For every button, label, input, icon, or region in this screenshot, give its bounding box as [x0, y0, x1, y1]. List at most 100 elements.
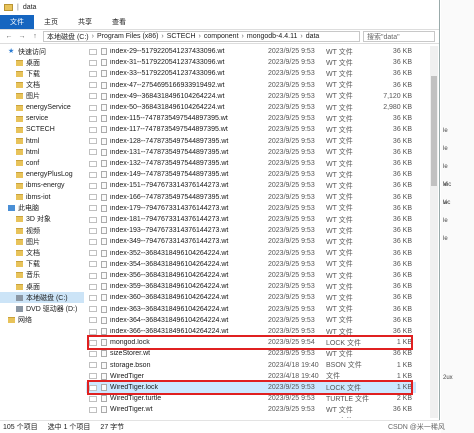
row-checkbox[interactable]	[89, 171, 97, 178]
row-checkbox[interactable]	[89, 328, 97, 335]
file-row[interactable]: index-117--7478735497544897395.wt 2023/9/…	[86, 124, 416, 135]
scrollbar-thumb[interactable]	[431, 76, 437, 186]
file-row[interactable]: index-49--3684318496104264224.wt 2023/9/2…	[86, 91, 416, 102]
search-input[interactable]: 搜索"data"	[363, 31, 435, 42]
crumb[interactable]: data	[306, 33, 320, 40]
file-row[interactable]: index-33--5179220541237433096.wt 2023/9/2…	[86, 68, 416, 79]
row-checkbox[interactable]	[89, 373, 97, 380]
sidebar-item[interactable]: conf	[0, 158, 84, 169]
file-row[interactable]: WiredTiger.wt 2023/9/25 9:53 WT 文件 36 KB	[86, 404, 416, 415]
row-checkbox[interactable]	[89, 194, 97, 201]
sidebar-item[interactable]: 此电脑	[0, 203, 84, 214]
file-row[interactable]: index-149--7478735497544897395.wt 2023/9/…	[86, 169, 416, 180]
file-row[interactable]: storage.bson 2023/4/18 19:40 BSON 文件 1 KB	[86, 360, 416, 371]
row-checkbox[interactable]	[89, 406, 97, 413]
sidebar-item[interactable]: ibms-energy	[0, 180, 84, 191]
file-row[interactable]: index-181--7947673314376144273.wt 2023/9/…	[86, 214, 416, 225]
row-checkbox[interactable]	[89, 59, 97, 66]
row-checkbox[interactable]	[89, 227, 97, 234]
row-checkbox[interactable]	[89, 182, 97, 189]
file-row[interactable]: index-115--7478735497544897395.wt 2023/9/…	[86, 113, 416, 124]
sidebar-item[interactable]: 下载	[0, 259, 84, 270]
file-row[interactable]: index-354--3684318496104264224.wt 2023/9/…	[86, 259, 416, 270]
row-checkbox[interactable]	[89, 317, 97, 324]
sidebar-item[interactable]: 3D 对象	[0, 214, 84, 225]
row-checkbox[interactable]	[89, 395, 97, 402]
row-checkbox[interactable]	[89, 283, 97, 290]
sidebar-item[interactable]: 视频	[0, 225, 84, 236]
tab-home[interactable]: 主页	[34, 15, 68, 29]
tab-share[interactable]: 共享	[68, 15, 102, 29]
row-checkbox[interactable]	[89, 70, 97, 77]
row-checkbox[interactable]	[89, 149, 97, 156]
file-row[interactable]: index-349--7947673314376144273.wt 2023/9/…	[86, 236, 416, 247]
file-row[interactable]: index-128--7478735497544897395.wt 2023/9/…	[86, 136, 416, 147]
file-row[interactable]: index-193--7947673314376144273.wt 2023/9/…	[86, 225, 416, 236]
sidebar-item[interactable]: 音乐	[0, 270, 84, 281]
sidebar-item[interactable]: 文档	[0, 247, 84, 258]
file-row[interactable]: index-356--3684318496104264224.wt 2023/9/…	[86, 270, 416, 281]
row-checkbox[interactable]	[89, 216, 97, 223]
file-row[interactable]: index-47--2754695166933919492.wt 2023/9/2…	[86, 80, 416, 91]
crumb[interactable]: mongodb-4.4.11	[247, 33, 297, 40]
file-row[interactable]: index-363--3684318496104264224.wt 2023/9/…	[86, 304, 416, 315]
file-row[interactable]: index-29--5179220541237433096.wt 2023/9/2…	[86, 46, 416, 57]
sidebar-item[interactable]: 桌面	[0, 57, 84, 68]
row-checkbox[interactable]	[89, 350, 97, 357]
tab-file[interactable]: 文件	[0, 15, 34, 29]
file-row[interactable]: index-179--7947673314376144273.wt 2023/9/…	[86, 203, 416, 214]
sidebar-item[interactable]: DVD 驱动器 (D:)	[0, 303, 84, 314]
sidebar-item[interactable]: 图片	[0, 91, 84, 102]
file-row[interactable]: index-31--5179220541237433096.wt 2023/9/2…	[86, 57, 416, 68]
back-icon[interactable]: ←	[4, 33, 14, 40]
row-checkbox[interactable]	[89, 306, 97, 313]
row-checkbox[interactable]	[89, 250, 97, 257]
row-checkbox[interactable]	[89, 48, 97, 55]
tab-view[interactable]: 查看	[102, 15, 136, 29]
file-row[interactable]: index-50--3684318496104264224.wt 2023/9/2…	[86, 102, 416, 113]
row-checkbox[interactable]	[89, 126, 97, 133]
row-checkbox[interactable]	[89, 104, 97, 111]
sidebar-item[interactable]: energyService	[0, 102, 84, 113]
sidebar-item[interactable]: html	[0, 147, 84, 158]
sidebar-item[interactable]: 本地磁盘 (C:)	[0, 292, 84, 304]
row-checkbox[interactable]	[89, 138, 97, 145]
crumb[interactable]: component	[204, 33, 239, 40]
row-checkbox[interactable]	[89, 238, 97, 245]
sidebar-item[interactable]: SCTECH	[0, 124, 84, 135]
file-row[interactable]: index-151--7947673314376144273.wt 2023/9/…	[86, 180, 416, 191]
row-checkbox[interactable]	[89, 160, 97, 167]
row-checkbox[interactable]	[89, 294, 97, 301]
row-checkbox[interactable]	[89, 82, 97, 89]
file-row[interactable]: index-131--7478735497544897395.wt 2023/9/…	[86, 147, 416, 158]
row-checkbox[interactable]	[89, 272, 97, 279]
file-row[interactable]: index-132--7478735497544897395.wt 2023/9/…	[86, 158, 416, 169]
row-checkbox[interactable]	[89, 362, 97, 369]
sidebar-item[interactable]: 图片	[0, 236, 84, 247]
sidebar-item[interactable]: html	[0, 136, 84, 147]
crumb[interactable]: Program Files (x86)	[97, 33, 158, 40]
sidebar-item[interactable]: energyPlusLog	[0, 169, 84, 180]
forward-icon[interactable]: →	[17, 33, 27, 40]
file-row[interactable]: index-360--3684318496104264224.wt 2023/9/…	[86, 292, 416, 303]
row-checkbox[interactable]	[89, 261, 97, 268]
row-checkbox[interactable]	[89, 205, 97, 212]
row-checkbox[interactable]	[89, 93, 97, 100]
up-icon[interactable]: ↑	[30, 33, 40, 40]
crumb[interactable]: SCTECH	[167, 33, 196, 40]
sidebar-item[interactable]: 桌面	[0, 281, 84, 292]
sidebar-item[interactable]: 网络	[0, 315, 84, 326]
crumb[interactable]: 本地磁盘 (C:)	[47, 32, 89, 41]
row-checkbox[interactable]	[89, 115, 97, 122]
file-row[interactable]: index-364--3684318496104264224.wt 2023/9/…	[86, 315, 416, 326]
file-row[interactable]: index-359--3684318496104264224.wt 2023/9/…	[86, 281, 416, 292]
sidebar-item[interactable]: 文档	[0, 80, 84, 91]
sidebar-item[interactable]: 下载	[0, 68, 84, 79]
file-row[interactable]: WiredTigerHS.wt2023/9/25 9:53WT 文件4 KB	[86, 416, 416, 418]
sidebar-item[interactable]: ★ 快速访问	[0, 46, 84, 57]
sidebar-item[interactable]: service	[0, 113, 84, 124]
sidebar-item[interactable]: ibms-iot	[0, 191, 84, 202]
file-row[interactable]: index-352--3684318496104264224.wt 2023/9/…	[86, 248, 416, 259]
address-bar[interactable]: 本地磁盘 (C:) › Program Files (x86) › SCTECH › …	[43, 31, 360, 42]
file-row[interactable]: index-166--7478735497544897395.wt 2023/9/…	[86, 192, 416, 203]
